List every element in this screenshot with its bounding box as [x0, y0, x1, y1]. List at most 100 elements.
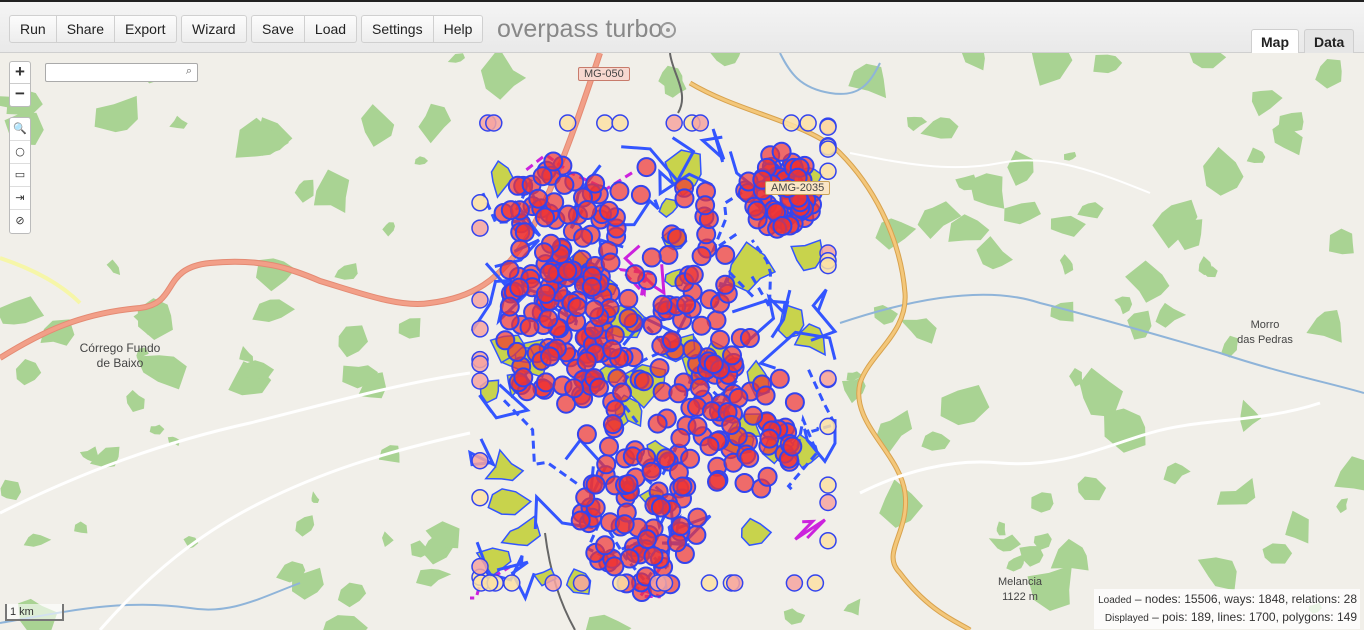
poi-marker[interactable]	[500, 200, 521, 221]
poi-marker[interactable]	[649, 358, 670, 379]
poi-marker[interactable]	[819, 369, 837, 388]
poi-marker[interactable]	[771, 141, 792, 162]
zoom-out-button[interactable]: −	[10, 84, 30, 106]
zoom-to-data-icon[interactable]: 🔍	[10, 118, 30, 141]
poi-marker[interactable]	[618, 474, 639, 494]
save-button[interactable]: Save	[251, 15, 305, 43]
poi-marker[interactable]	[577, 200, 598, 220]
poi-marker[interactable]	[538, 308, 559, 329]
poi-marker[interactable]	[570, 510, 591, 531]
poi-marker[interactable]	[670, 516, 691, 537]
poi-marker[interactable]	[636, 157, 657, 178]
poi-marker[interactable]	[819, 417, 837, 436]
poi-marker[interactable]	[585, 474, 606, 495]
data-line[interactable]	[699, 128, 726, 163]
poi-marker[interactable]	[471, 219, 489, 237]
poi-marker[interactable]	[691, 114, 710, 132]
poi-marker[interactable]	[564, 378, 585, 399]
poi-marker[interactable]	[670, 428, 691, 448]
poi-marker[interactable]	[757, 466, 778, 487]
poi-marker[interactable]	[567, 297, 588, 317]
poi-marker[interactable]	[819, 256, 837, 275]
poi-marker[interactable]	[661, 330, 682, 351]
run-button[interactable]: Run	[9, 15, 57, 43]
poi-marker[interactable]	[667, 227, 687, 248]
data-polygon[interactable]	[658, 197, 679, 218]
poi-marker[interactable]	[799, 114, 817, 132]
poi-marker[interactable]	[819, 493, 837, 512]
poi-marker[interactable]	[471, 372, 489, 390]
poi-marker[interactable]	[641, 461, 662, 482]
poi-marker[interactable]	[509, 277, 530, 298]
poi-marker[interactable]	[689, 377, 710, 398]
poi-marker[interactable]	[471, 451, 489, 470]
poi-marker[interactable]	[739, 447, 760, 468]
export-button[interactable]: Export	[115, 15, 177, 43]
tab-map[interactable]: Map	[1251, 29, 1299, 55]
export-icon[interactable]: ⇥	[10, 187, 30, 210]
poi-marker[interactable]	[721, 415, 742, 435]
clear-icon[interactable]: ⊘	[10, 210, 30, 233]
poi-marker[interactable]	[471, 291, 489, 309]
poi-marker[interactable]	[637, 529, 657, 550]
poi-marker[interactable]	[642, 315, 663, 336]
poi-marker[interactable]	[618, 288, 639, 309]
poi-marker[interactable]	[595, 535, 615, 556]
poi-marker[interactable]	[700, 574, 719, 592]
poi-marker[interactable]	[699, 436, 720, 457]
help-button[interactable]: Help	[433, 15, 484, 43]
poi-marker[interactable]	[819, 162, 837, 181]
load-button[interactable]: Load	[304, 15, 358, 43]
poi-marker[interactable]	[554, 174, 575, 195]
poi-marker[interactable]	[600, 252, 621, 273]
poi-marker[interactable]	[480, 574, 499, 592]
poi-marker[interactable]	[585, 173, 606, 194]
map-canvas[interactable]	[0, 53, 1364, 630]
poi-marker[interactable]	[772, 216, 793, 236]
poi-marker[interactable]	[618, 308, 639, 329]
poi-marker[interactable]	[584, 299, 605, 320]
poi-marker[interactable]	[513, 367, 534, 388]
poi-marker[interactable]	[557, 260, 578, 281]
poi-marker[interactable]	[674, 188, 695, 209]
poi-marker[interactable]	[602, 414, 623, 435]
poi-marker[interactable]	[535, 283, 556, 304]
poi-marker[interactable]	[683, 264, 704, 285]
poi-marker[interactable]	[703, 354, 724, 374]
poi-marker[interactable]	[535, 207, 555, 228]
poi-marker[interactable]	[514, 222, 535, 243]
poi-marker[interactable]	[471, 320, 489, 338]
poi-marker[interactable]	[668, 383, 689, 404]
poi-marker[interactable]	[641, 247, 662, 268]
data-polygon[interactable]	[490, 160, 514, 199]
poi-marker[interactable]	[819, 476, 837, 494]
poi-marker[interactable]	[759, 428, 780, 449]
data-polygon[interactable]	[484, 448, 525, 482]
poi-marker[interactable]	[534, 242, 554, 263]
poi-marker[interactable]	[680, 448, 701, 469]
poi-marker[interactable]	[599, 436, 619, 457]
poi-marker[interactable]	[715, 274, 736, 295]
poi-marker[interactable]	[573, 227, 594, 248]
poi-marker[interactable]	[682, 339, 703, 360]
poi-marker[interactable]	[471, 355, 489, 373]
poi-marker[interactable]	[650, 497, 671, 518]
poi-marker[interactable]	[743, 405, 764, 426]
poi-marker[interactable]	[691, 315, 712, 336]
poi-marker[interactable]	[676, 294, 697, 315]
poi-marker[interactable]	[655, 574, 674, 592]
fullscreen-icon[interactable]: ▭	[10, 164, 30, 187]
poi-marker[interactable]	[532, 166, 553, 187]
poi-marker[interactable]	[528, 188, 549, 209]
share-button[interactable]: Share	[56, 15, 116, 43]
poi-marker[interactable]	[656, 448, 676, 469]
data-polygon[interactable]	[487, 488, 533, 516]
poi-marker[interactable]	[535, 372, 556, 393]
data-polygon[interactable]	[740, 517, 773, 547]
poi-marker[interactable]	[739, 328, 760, 348]
poi-marker[interactable]	[507, 341, 527, 362]
poi-marker[interactable]	[625, 264, 646, 285]
poi-marker[interactable]	[503, 574, 521, 592]
poi-marker[interactable]	[572, 574, 591, 592]
poi-marker[interactable]	[647, 413, 668, 434]
